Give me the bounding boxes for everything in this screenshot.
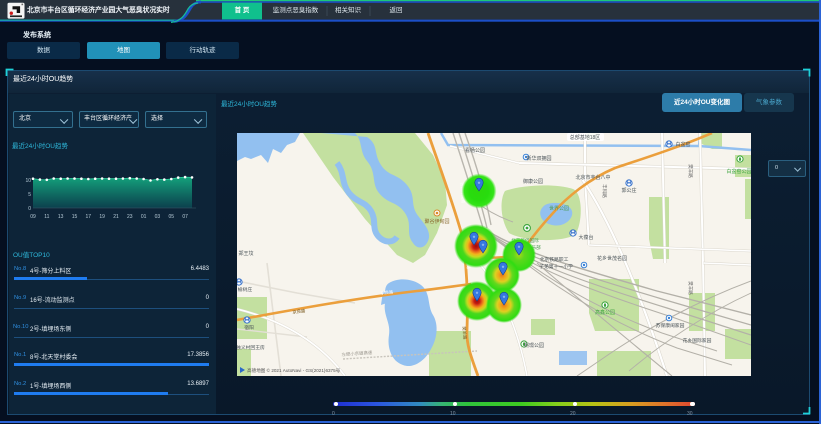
svg-text:17: 17 — [86, 214, 92, 220]
svg-text:01: 01 — [141, 214, 147, 220]
svg-text:北京市丰台八中: 北京市丰台八中 — [575, 174, 610, 181]
svg-text:郭公庄: 郭公庄 — [621, 187, 636, 194]
svg-text:熙璟公园: 熙璟公园 — [524, 343, 544, 349]
svg-text:总部基地18区: 总部基地18区 — [570, 134, 601, 141]
svg-text:看杨公园: 看杨公园 — [465, 147, 485, 154]
svg-text:北京铁路职工: 北京铁路职工 — [540, 256, 569, 263]
svg-text:23: 23 — [127, 214, 133, 220]
svg-text:樊羊路: 樊羊路 — [687, 164, 694, 178]
svg-text:郑王坟: 郑王坟 — [238, 250, 253, 257]
svg-text:榆树庄: 榆树庄 — [238, 286, 253, 293]
svg-text:子弟第十一小学: 子弟第十一小学 — [539, 263, 573, 270]
svg-text:高鑫公园: 高鑫公园 — [595, 309, 615, 316]
svg-text:09: 09 — [30, 214, 36, 220]
svg-text:白盆窑公园: 白盆窑公园 — [726, 168, 751, 175]
svg-text:0: 0 — [28, 206, 31, 212]
svg-text:5: 5 — [28, 192, 31, 198]
svg-text:苏保康阔家园: 苏保康阔家园 — [656, 322, 685, 329]
svg-text:11: 11 — [44, 214, 49, 220]
svg-text:花乡世茂名园: 花乡世茂名园 — [597, 255, 627, 262]
svg-text:丰科路: 丰科路 — [601, 184, 608, 198]
svg-text:御康公园: 御康公园 — [523, 178, 543, 185]
svg-text:大葆台: 大葆台 — [578, 234, 593, 241]
svg-text:宿阳: 宿阳 — [244, 324, 254, 331]
svg-text:03: 03 — [155, 214, 161, 220]
svg-text:高德地图 © 2021 AutoNavi - GS(2021: 高德地图 © 2021 AutoNavi - GS(2021)6375号 — [247, 367, 341, 374]
svg-text:白盆窑: 白盆窑 — [675, 141, 690, 148]
svg-text:聚谷伊甸园: 聚谷伊甸园 — [424, 218, 449, 225]
svg-text:05: 05 — [169, 214, 175, 220]
svg-text:07: 07 — [182, 214, 188, 220]
svg-text:世界公园: 世界公园 — [549, 205, 569, 212]
svg-text:花乡国际家园: 花乡国际家园 — [683, 337, 712, 344]
svg-text:15: 15 — [72, 214, 78, 220]
svg-text:21: 21 — [113, 214, 119, 220]
svg-text:10: 10 — [25, 178, 31, 184]
svg-text:新华双拥园: 新华双拥园 — [526, 155, 551, 162]
svg-text:19: 19 — [99, 214, 105, 220]
svg-text:13: 13 — [58, 214, 64, 220]
svg-text:樊羊路: 樊羊路 — [687, 281, 694, 295]
svg-text:独义村回王房: 独义村回王房 — [237, 344, 265, 351]
